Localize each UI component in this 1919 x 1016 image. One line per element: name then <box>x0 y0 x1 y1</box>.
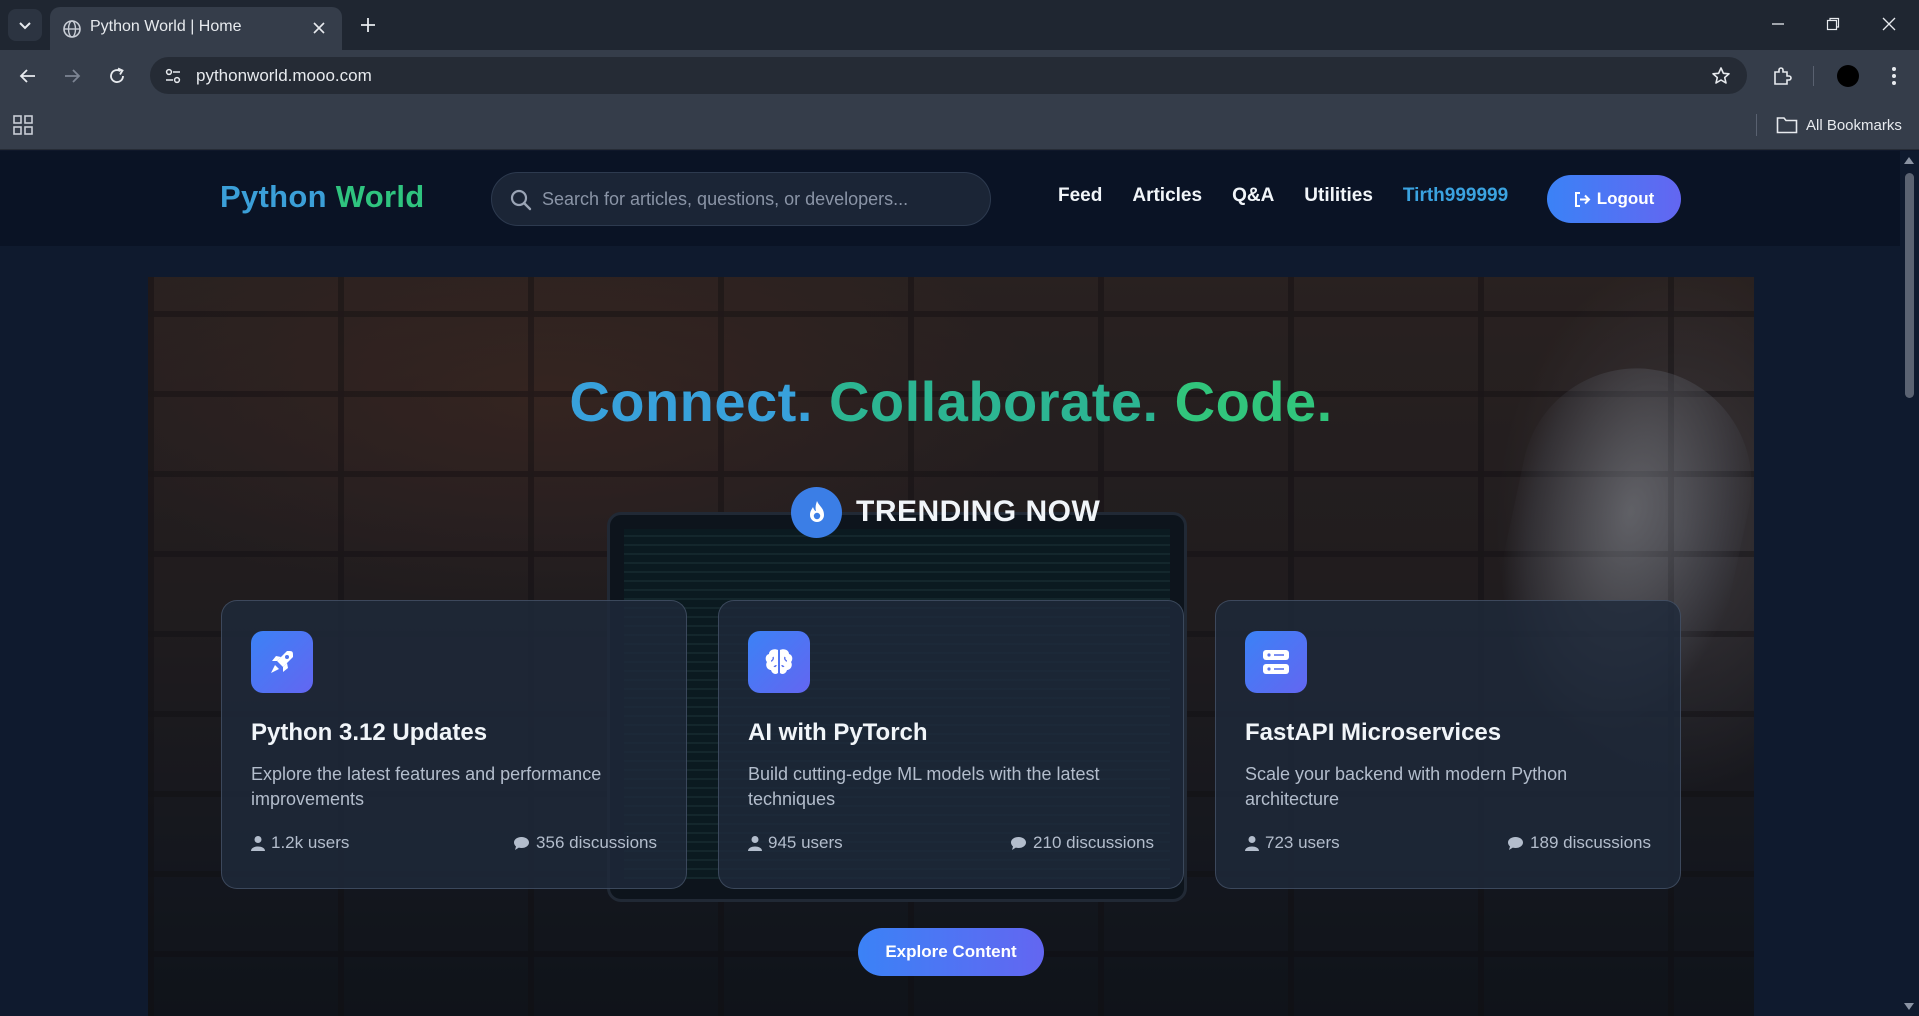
card-discussions: 356 discussions <box>513 833 657 853</box>
search-icon <box>510 189 532 211</box>
card-users: 723 users <box>1245 833 1340 853</box>
browser-menu-button[interactable] <box>1878 60 1910 92</box>
card-users: 1.2k users <box>251 833 349 853</box>
all-bookmarks-button[interactable]: All Bookmarks <box>1776 114 1902 136</box>
tab-search-button[interactable] <box>8 9 42 41</box>
card-title: AI with PyTorch <box>748 719 928 746</box>
new-tab-button[interactable] <box>353 10 383 40</box>
plus-icon <box>361 18 375 32</box>
close-icon <box>313 22 325 34</box>
reload-button[interactable] <box>101 60 133 92</box>
main-nav: Feed Articles Q&A Utilities Tirth999999 <box>1058 185 1508 207</box>
address-bar[interactable]: pythonworld.mooo.com <box>150 57 1747 94</box>
card-users: 945 users <box>748 833 843 853</box>
user-icon <box>251 836 265 851</box>
close-icon <box>1882 17 1896 31</box>
close-window-button[interactable] <box>1869 8 1909 40</box>
toolbar-divider <box>1813 66 1814 86</box>
puzzle-icon <box>1774 67 1792 85</box>
extensions-button[interactable] <box>1766 60 1798 92</box>
browser-toolbar: pythonworld.mooo.com <box>0 50 1919 100</box>
logout-icon <box>1574 191 1591 207</box>
headline-connect: Connect. <box>569 370 813 433</box>
trending-card[interactable]: Python 3.12 Updates Explore the latest f… <box>221 600 687 889</box>
scroll-up-arrow[interactable] <box>1904 157 1914 164</box>
arrow-right-icon <box>65 69 81 83</box>
headline-collaborate: Collaborate. <box>828 370 1159 433</box>
brain-icon <box>748 631 810 693</box>
trending-title: TRENDING NOW <box>856 495 1101 528</box>
restore-icon <box>1826 17 1840 31</box>
tab-close-button[interactable] <box>306 15 332 41</box>
kebab-menu-icon <box>1892 67 1896 85</box>
scrollbar-thumb[interactable] <box>1905 173 1914 398</box>
site-logo[interactable]: Python World <box>220 179 425 215</box>
minimize-button[interactable] <box>1758 8 1798 40</box>
logo-part2: World <box>335 179 425 214</box>
search-input[interactable] <box>542 181 972 217</box>
logout-button[interactable]: Logout <box>1547 175 1681 223</box>
bookmark-star-icon[interactable] <box>1709 64 1733 88</box>
arrow-left-icon <box>19 69 35 83</box>
nav-qa[interactable]: Q&A <box>1232 185 1274 207</box>
reload-icon <box>110 67 124 83</box>
browser-tab-strip: Python World | Home <box>0 0 1919 50</box>
logout-label: Logout <box>1596 189 1655 208</box>
nav-utilities[interactable]: Utilities <box>1304 185 1373 207</box>
card-title: FastAPI Microservices <box>1245 719 1502 746</box>
forward-button[interactable] <box>56 60 88 92</box>
browser-tab-active[interactable]: Python World | Home <box>50 7 342 50</box>
nav-articles[interactable]: Articles <box>1132 185 1202 207</box>
card-description: Build cutting-edge ML models with the la… <box>748 764 1100 809</box>
card-stats: 1.2k users 356 discussions <box>251 833 657 853</box>
card-discussions: 210 discussions <box>1010 833 1154 853</box>
scroll-down-arrow[interactable] <box>1904 1003 1914 1010</box>
tab-title: Python World | Home <box>90 18 242 35</box>
rocket-icon <box>251 631 313 693</box>
globe-icon <box>63 20 81 38</box>
page-scrollbar[interactable] <box>1900 151 1919 1016</box>
trending-card[interactable]: AI with PyTorch Build cutting-edge ML mo… <box>718 600 1184 889</box>
back-button[interactable] <box>12 60 44 92</box>
bookmarks-bar: All Bookmarks <box>0 100 1919 150</box>
card-discussions: 189 discussions <box>1507 833 1651 853</box>
headline-code: Code. <box>1174 370 1333 433</box>
logo-part1: Python <box>220 179 327 214</box>
profile-avatar[interactable] <box>1832 60 1864 92</box>
hero-section: Connect. Collaborate. Code. TRENDING NOW… <box>148 277 1754 1016</box>
chevron-down-icon <box>19 22 31 30</box>
site-info-icon[interactable] <box>162 65 184 87</box>
card-description: Explore the latest features and performa… <box>251 764 602 809</box>
card-stats: 723 users 189 discussions <box>1245 833 1651 853</box>
nav-user-profile[interactable]: Tirth999999 <box>1403 185 1508 207</box>
bookmarks-divider <box>1756 114 1757 136</box>
folder-icon <box>1776 117 1798 134</box>
all-bookmarks-label: All Bookmarks <box>1806 116 1902 134</box>
card-stats: 945 users 210 discussions <box>748 833 1154 853</box>
nav-feed[interactable]: Feed <box>1058 185 1102 207</box>
search-bar <box>491 172 991 226</box>
site-header: Python World Feed Articles Q&A Utilities… <box>0 151 1900 246</box>
comment-icon <box>1508 836 1524 850</box>
user-icon <box>1245 836 1259 851</box>
hero-headline: Connect. Collaborate. Code. <box>148 369 1754 434</box>
url-text[interactable]: pythonworld.mooo.com <box>196 66 372 86</box>
card-description: Scale your backend with modern Python ar… <box>1245 764 1568 809</box>
explore-content-button[interactable]: Explore Content <box>858 928 1044 976</box>
page-viewport: Python World Feed Articles Q&A Utilities… <box>0 151 1900 1016</box>
restore-button[interactable] <box>1813 8 1853 40</box>
fire-icon <box>791 486 842 538</box>
comment-icon <box>1011 836 1027 850</box>
card-title: Python 3.12 Updates <box>251 719 488 746</box>
minimize-icon <box>1772 23 1784 25</box>
server-icon <box>1245 631 1307 693</box>
comment-icon <box>514 836 530 850</box>
user-icon <box>748 836 762 851</box>
trending-card[interactable]: FastAPI Microservices Scale your backend… <box>1215 600 1681 889</box>
apps-grid-icon[interactable] <box>12 114 34 136</box>
trending-header: TRENDING NOW <box>791 486 1100 538</box>
